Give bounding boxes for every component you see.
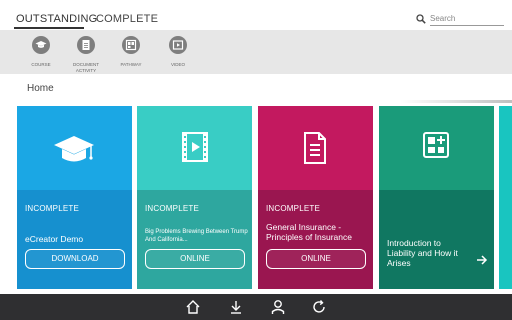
card-title: eCreator Demo [25,234,84,244]
filter-bar: COURSE DOCUMENT ACTIVITY PATHWAY VIDEO [0,30,512,74]
pathway-card[interactable]: Introduction to Liability and How it Ari… [379,106,494,289]
search-box [416,13,504,27]
graduation-cap-icon [32,36,50,54]
filter-pathway[interactable]: PATHWAY [108,36,154,68]
document-icon [304,132,326,164]
user-icon[interactable] [270,299,286,315]
online-button[interactable]: ONLINE [145,249,245,269]
breadcrumb-home[interactable]: Home [27,83,54,94]
refresh-icon[interactable] [311,299,327,315]
video-icon [169,36,187,54]
video-card[interactable]: INCOMPLETE Big Problems Brewing Between … [137,106,252,289]
bottom-nav-bar [0,294,512,320]
filter-label: DOCUMENT ACTIVITY [73,62,99,73]
status-label: INCOMPLETE [25,204,80,213]
status-label: INCOMPLETE [145,204,200,213]
home-icon[interactable] [185,299,201,315]
video-icon [182,132,208,162]
scroll-shadow [400,100,512,103]
graduation-cap-icon [54,136,94,162]
tab-outstanding[interactable]: OUTSTANDING [16,13,97,25]
top-bar: OUTSTANDING COMPLETE [0,0,512,30]
filter-label: VIDEO [170,62,185,67]
search-icon[interactable] [416,14,426,24]
status-label: INCOMPLETE [266,204,321,213]
download-icon[interactable] [228,299,244,315]
active-tab-indicator [14,27,84,29]
course-card[interactable]: INCOMPLETE eCreator Demo DOWNLOAD [17,106,132,289]
document-card[interactable]: INCOMPLETE General Insurance - Principle… [258,106,373,289]
online-button[interactable]: ONLINE [266,249,366,269]
document-icon [77,36,95,54]
filter-label: COURSE [31,62,51,67]
card-title: Big Problems Brewing Between Trump And C… [145,229,248,243]
filter-label: PATHWAY [120,62,142,67]
card-title: General Insurance - Principles of Insura… [266,222,352,242]
tab-complete[interactable]: COMPLETE [96,13,158,25]
filter-video[interactable]: VIDEO [155,36,201,68]
course-card-partial[interactable] [499,106,512,289]
pathway-icon [122,36,140,54]
filter-course[interactable]: COURSE [18,36,64,68]
pathway-icon [423,132,449,158]
filter-document-activity[interactable]: DOCUMENT ACTIVITY [63,36,109,73]
arrow-right-icon[interactable] [476,255,488,265]
card-title: Introduction to Liability and How it Ari… [387,238,458,268]
search-input[interactable] [430,13,504,26]
download-button[interactable]: DOWNLOAD [25,249,125,269]
